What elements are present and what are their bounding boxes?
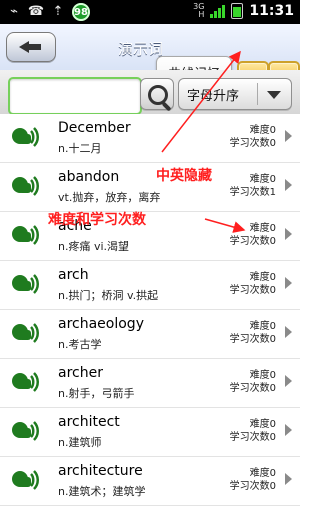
word-text: architecture [58, 463, 143, 479]
speaker-icon[interactable] [10, 122, 40, 152]
word-text: archer [58, 365, 103, 381]
list-item[interactable]: architecture n.建筑术；建筑学 难度0 学习次数0 [0, 457, 300, 506]
speaker-icon[interactable] [10, 416, 40, 446]
speaker-icon[interactable] [10, 367, 40, 397]
speaker-icon[interactable] [10, 269, 40, 299]
top-bar: 演示词 曲线记忆 En Cn [0, 24, 300, 88]
page-title: 演示词 [118, 40, 164, 58]
notification-badge: 98 [72, 3, 90, 21]
list-item[interactable]: December n.十二月 难度0 学习次数0 [0, 114, 300, 163]
list-item[interactable]: archer n.射手，弓箭手 难度0 学习次数0 [0, 359, 300, 408]
annotation-difficulty-and-count: 难度和学习次数 [48, 212, 146, 228]
chevron-right-icon [285, 130, 292, 142]
chevron-right-icon [285, 473, 292, 485]
word-stats: 难度0 学习次数0 [230, 222, 276, 248]
sort-label: 字母升序 [187, 89, 240, 104]
search-input[interactable] [8, 77, 142, 115]
difficulty-text: 难度0 [249, 174, 276, 185]
word-text: arch [58, 267, 89, 283]
signal-icon [210, 4, 226, 18]
list-item[interactable]: arch n.拱门；桥洞 v.拱起 难度0 学习次数0 [0, 261, 300, 310]
search-bar: 字母升序 [0, 70, 300, 115]
usb-icon: ⇡ [52, 4, 64, 19]
difficulty-text: 难度0 [249, 419, 276, 430]
network-indicator: 3G H [193, 3, 204, 19]
list-item[interactable]: archaeology n.考古学 难度0 学习次数0 [0, 310, 300, 359]
study-count-text: 学习次数0 [229, 138, 276, 149]
difficulty-text: 难度0 [249, 321, 276, 332]
definition-text: vt.抛弃，放弃，离弃 [58, 191, 161, 204]
dropdown-divider [257, 83, 258, 105]
search-button[interactable] [140, 78, 174, 110]
study-count-text: 学习次数0 [229, 432, 276, 443]
chevron-right-icon [285, 277, 292, 289]
definition-text: n.建筑术；建筑学 [58, 485, 146, 498]
battery-icon [231, 3, 244, 19]
word-text: December [58, 120, 131, 136]
status-time: 11:31 [249, 3, 294, 19]
speaker-icon[interactable] [10, 318, 40, 348]
definition-text: n.疼痛 vi.渴望 [58, 240, 130, 253]
speaker-icon[interactable] [10, 220, 40, 250]
word-list: December n.十二月 难度0 学习次数0 abandon vt.抛弃，放… [0, 114, 300, 506]
chevron-right-icon [285, 375, 292, 387]
study-count-text: 学习次数0 [229, 481, 276, 492]
word-stats: 难度0 学习次数0 [230, 271, 276, 297]
definition-text: n.拱门；桥洞 v.拱起 [58, 289, 159, 302]
word-stats: 难度0 学习次数0 [230, 124, 276, 150]
chevron-right-icon [285, 228, 292, 240]
android-icon: ⌁ [10, 4, 18, 19]
difficulty-text: 难度0 [249, 125, 276, 136]
status-bar: ⌁ ☎ ⇡ 98 3G H 11:31 [0, 0, 300, 24]
definition-text: n.十二月 [58, 142, 102, 155]
status-right: 3G H 11:31 [193, 3, 294, 19]
annotation-cn-en-hide: 中英隐藏 [156, 168, 212, 184]
word-text: architect [58, 414, 120, 430]
search-icon [148, 85, 168, 105]
network-bottom: H [198, 10, 205, 19]
speaker-icon[interactable] [10, 465, 40, 495]
word-stats: 难度0 学习次数0 [230, 320, 276, 346]
status-left: ⌁ ☎ ⇡ 98 [6, 3, 90, 21]
phone-icon: ☎ [27, 4, 45, 19]
study-count-text: 学习次数0 [229, 285, 276, 296]
chevron-right-icon [285, 326, 292, 338]
study-count-text: 学习次数1 [229, 187, 276, 198]
list-item[interactable]: architect n.建筑师 难度0 学习次数0 [0, 408, 300, 457]
word-stats: 难度0 学习次数0 [230, 418, 276, 444]
chevron-down-icon [267, 91, 281, 99]
difficulty-text: 难度0 [249, 468, 276, 479]
word-stats: 难度0 学习次数0 [230, 467, 276, 493]
list-item[interactable]: ache n.疼痛 vi.渴望 难度0 学习次数0 [0, 212, 300, 261]
word-text: archaeology [58, 316, 144, 332]
word-stats: 难度0 学习次数1 [230, 173, 276, 199]
word-text: abandon [58, 169, 120, 185]
difficulty-text: 难度0 [249, 223, 276, 234]
definition-text: n.考古学 [58, 338, 102, 351]
study-count-text: 学习次数0 [229, 334, 276, 345]
difficulty-text: 难度0 [249, 370, 276, 381]
speaker-icon[interactable] [10, 171, 40, 201]
back-button[interactable] [6, 32, 56, 62]
sort-dropdown[interactable]: 字母升序 [178, 78, 292, 110]
back-arrow-icon [19, 41, 41, 53]
difficulty-text: 难度0 [249, 272, 276, 283]
study-count-text: 学习次数0 [229, 383, 276, 394]
list-item[interactable]: abandon vt.抛弃，放弃，离弃 难度0 学习次数1 [0, 163, 300, 212]
study-count-text: 学习次数0 [229, 236, 276, 247]
chevron-right-icon [285, 424, 292, 436]
definition-text: n.射手，弓箭手 [58, 387, 135, 400]
definition-text: n.建筑师 [58, 436, 102, 449]
chevron-right-icon [285, 179, 292, 191]
word-stats: 难度0 学习次数0 [230, 369, 276, 395]
